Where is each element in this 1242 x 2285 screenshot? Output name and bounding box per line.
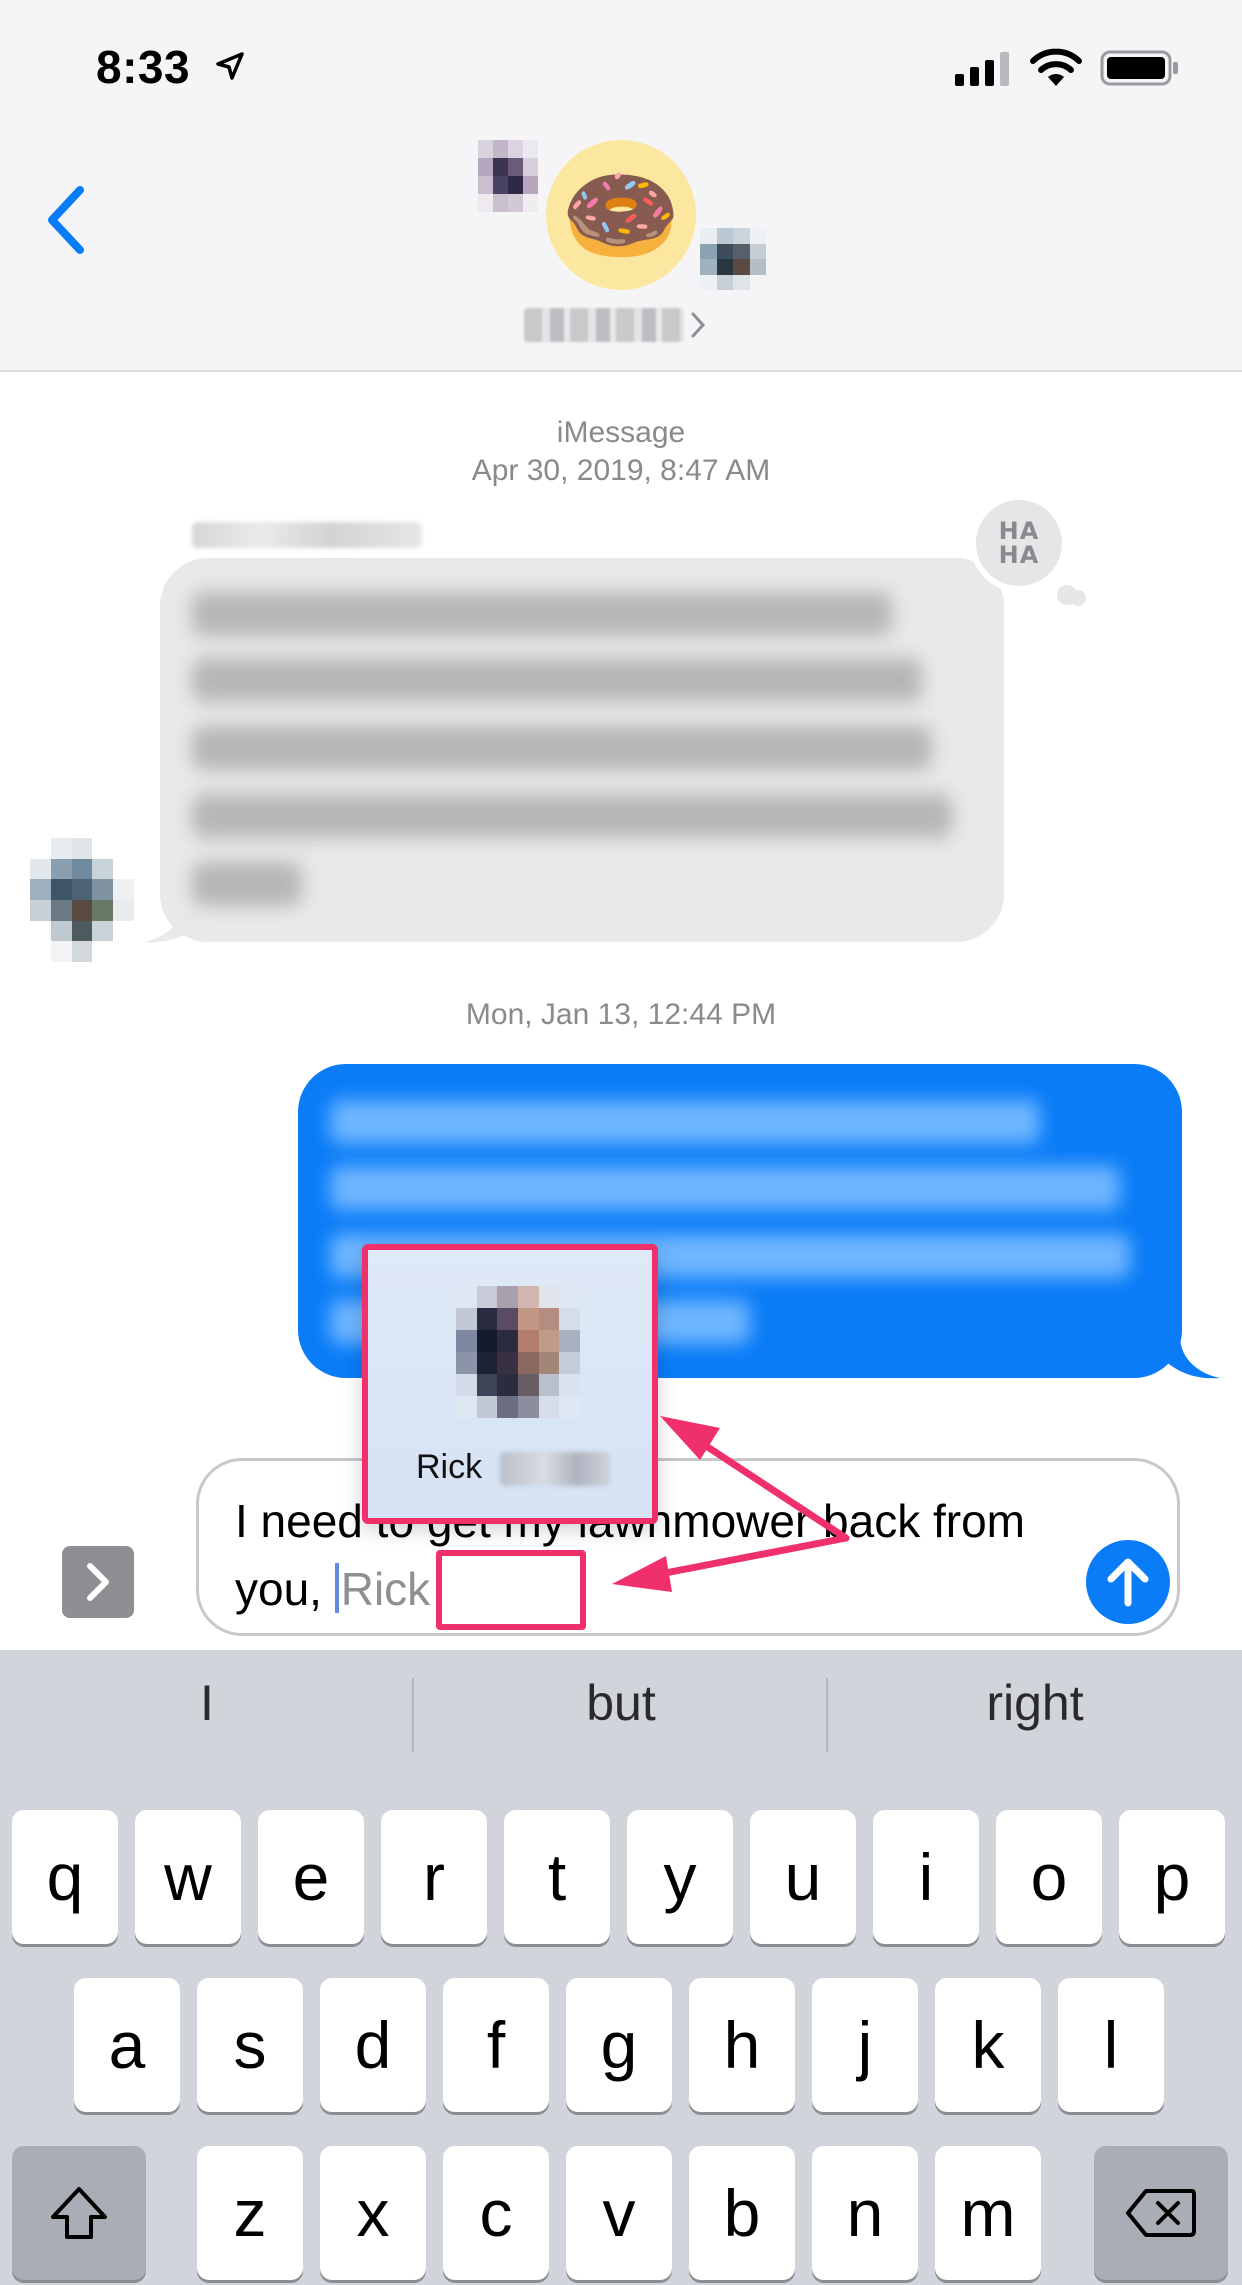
key-w[interactable]: w	[135, 1810, 241, 1944]
keyboard: I but right q w e r t y u i o p a s d f …	[0, 1650, 1242, 2285]
arrow-up-icon	[1107, 1558, 1149, 1607]
sender-name	[192, 522, 422, 548]
location-arrow-icon	[216, 52, 244, 80]
key-n[interactable]: n	[812, 2146, 918, 2280]
back-button[interactable]	[40, 180, 100, 260]
send-button[interactable]	[1086, 1540, 1170, 1624]
key-f[interactable]: f	[443, 1978, 549, 2112]
chevron-right-icon	[87, 1563, 109, 1601]
predictive-text-bar: I but right	[0, 1650, 1242, 1762]
key-b[interactable]: b	[689, 2146, 795, 2280]
key-x[interactable]: x	[320, 2146, 426, 2280]
service-label: iMessage	[556, 416, 686, 449]
prediction-1[interactable]: I	[0, 1674, 414, 1732]
key-v[interactable]: v	[566, 2146, 672, 2280]
prediction-3[interactable]: right	[828, 1674, 1242, 1732]
mention-token[interactable]: Rick	[341, 1563, 430, 1615]
group-avatar[interactable]: 🍩	[546, 140, 696, 290]
donut-emoji: 🍩	[561, 159, 681, 271]
shift-icon	[51, 2187, 107, 2239]
key-o[interactable]: o	[996, 1810, 1102, 1944]
key-q[interactable]: q	[12, 1810, 118, 1944]
wifi-icon	[1030, 48, 1082, 86]
key-t[interactable]: t	[504, 1810, 610, 1944]
key-p[interactable]: p	[1119, 1810, 1225, 1944]
tapback-label: HA HA	[998, 517, 1040, 569]
backspace-icon	[1126, 2189, 1196, 2237]
key-y[interactable]: y	[627, 1810, 733, 1944]
chevron-right-icon	[691, 312, 706, 338]
message-input[interactable]: I need to get my lawnmower back from you…	[196, 1458, 1180, 1636]
tapback-tail	[1070, 590, 1086, 606]
key-i[interactable]: i	[873, 1810, 979, 1944]
sender-avatar[interactable]	[30, 838, 134, 962]
key-r[interactable]: r	[381, 1810, 487, 1944]
contact-avatar	[456, 1286, 580, 1418]
battery-icon	[1100, 50, 1178, 86]
prediction-2[interactable]: but	[414, 1674, 828, 1732]
incoming-message-bubble[interactable]	[160, 558, 1004, 942]
status-time: 8:33	[96, 41, 191, 93]
delete-key[interactable]	[1094, 2146, 1228, 2280]
key-h[interactable]: h	[689, 1978, 795, 2112]
key-c[interactable]: c	[443, 2146, 549, 2280]
incoming-message-text	[192, 592, 972, 912]
annotation-highlight-box	[436, 1550, 586, 1630]
mention-suggestion-card[interactable]: Rick	[362, 1244, 658, 1524]
key-g[interactable]: g	[566, 1978, 672, 2112]
key-j[interactable]: j	[812, 1978, 918, 2112]
key-a[interactable]: a	[74, 1978, 180, 2112]
key-l[interactable]: l	[1058, 1978, 1164, 2112]
message-timestamp: Mon, Jan 13, 12:44 PM	[465, 998, 777, 1031]
key-e[interactable]: e	[258, 1810, 364, 1944]
key-m[interactable]: m	[935, 2146, 1041, 2280]
contact-first-name: Rick	[416, 1448, 483, 1486]
message-timestamp: Apr 30, 2019, 8:47 AM	[471, 454, 771, 487]
shift-key[interactable]	[12, 2146, 146, 2280]
group-member-avatar	[700, 228, 766, 290]
key-d[interactable]: d	[320, 1978, 426, 2112]
text-cursor	[334, 1563, 339, 1613]
contact-last-name	[500, 1452, 610, 1486]
apps-button[interactable]	[62, 1546, 134, 1618]
key-k[interactable]: k	[935, 1978, 1041, 2112]
conversation-header: 8:33 🍩	[0, 0, 1242, 372]
key-z[interactable]: z	[197, 2146, 303, 2280]
cellular-signal-icon	[955, 52, 1009, 86]
group-member-avatar	[478, 140, 538, 212]
key-u[interactable]: u	[750, 1810, 856, 1944]
key-s[interactable]: s	[197, 1978, 303, 2112]
group-name[interactable]	[524, 308, 684, 342]
tapback-haha[interactable]: HA HA	[970, 494, 1068, 592]
